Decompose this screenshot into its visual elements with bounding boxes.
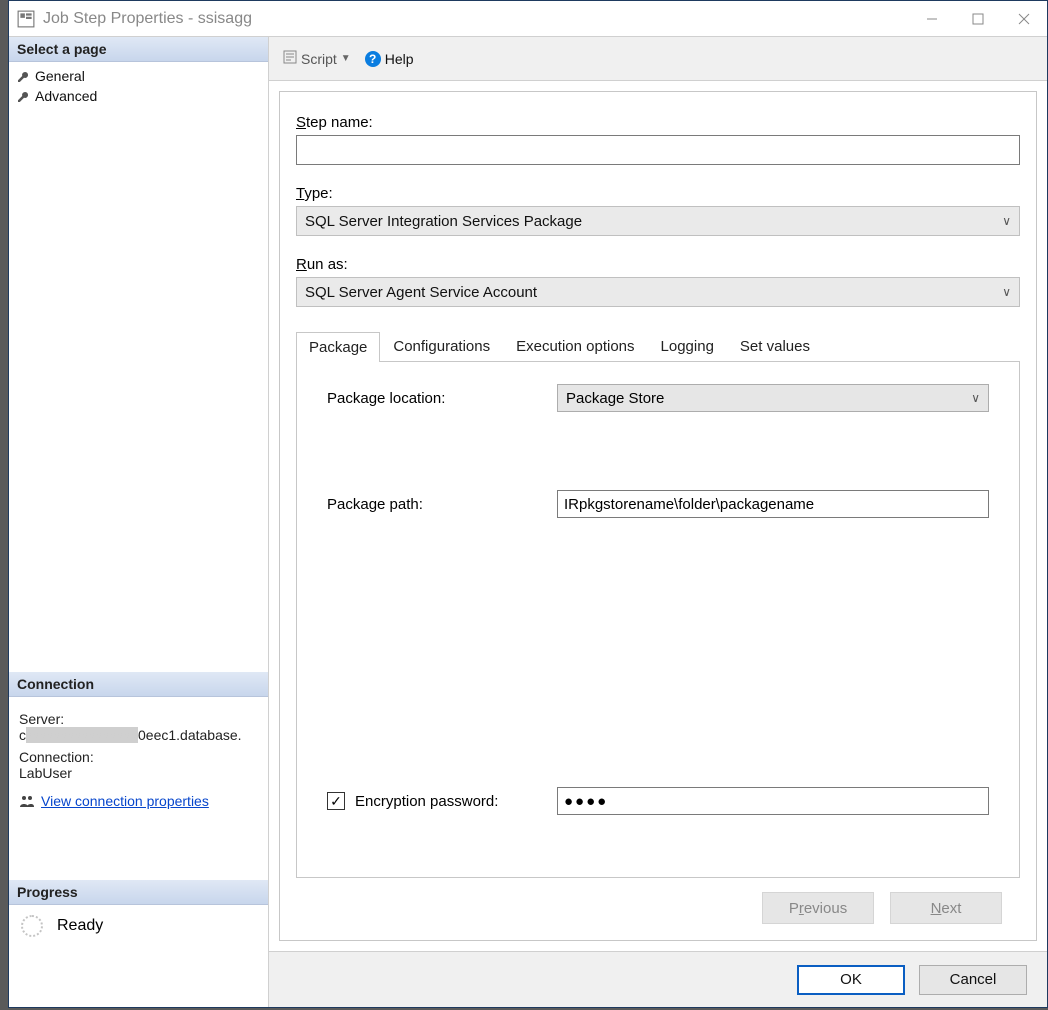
help-icon: ? — [365, 51, 381, 67]
encryption-password-checkbox[interactable]: ✓ — [327, 792, 345, 810]
tab-configurations[interactable]: Configurations — [380, 331, 503, 361]
titlebar: Job Step Properties - ssisagg — [9, 1, 1047, 37]
chevron-down-icon: ▼ — [341, 53, 351, 64]
chevron-down-icon: ∨ — [1002, 214, 1011, 228]
progress-spinner-icon — [21, 915, 43, 937]
package-path-input[interactable] — [557, 490, 989, 518]
dialog-footer: OK Cancel — [269, 951, 1047, 1007]
chevron-down-icon: ∨ — [971, 391, 980, 405]
connection-header: Connection — [9, 672, 268, 697]
tab-package[interactable]: Package — [296, 332, 380, 362]
script-button[interactable]: Script ▼ — [283, 50, 351, 67]
people-icon — [19, 793, 35, 809]
dialog-window: Job Step Properties - ssisagg Select a p… — [8, 0, 1048, 1008]
next-button[interactable]: Next — [890, 892, 1002, 924]
link-label: View connection properties — [41, 793, 209, 809]
help-button[interactable]: ? Help — [365, 51, 414, 67]
page-label: General — [35, 68, 85, 84]
close-button[interactable] — [1001, 1, 1047, 37]
tab-panel-package: Package location: Package Store ∨ — [296, 361, 1020, 878]
progress-status: Ready — [57, 917, 103, 935]
previous-button[interactable]: Previous — [762, 892, 874, 924]
tabstrip: Package Configurations Execution options… — [296, 331, 1020, 361]
toolbar: Script ▼ ? Help — [269, 37, 1047, 81]
package-location-select[interactable]: Package Store ∨ — [557, 384, 989, 412]
server-value: cxxxxxxxxxxxxxxxx0eec1.database. — [19, 727, 258, 743]
minimize-button[interactable] — [909, 1, 955, 37]
chevron-down-icon: ∨ — [1002, 285, 1011, 299]
connection-value: LabUser — [19, 765, 258, 781]
app-icon — [17, 10, 35, 28]
server-label: Server: — [19, 711, 258, 727]
script-icon — [283, 50, 297, 67]
runas-value: SQL Server Agent Service Account — [305, 284, 537, 301]
view-connection-properties-link[interactable]: View connection properties — [19, 793, 209, 809]
wrench-icon — [17, 90, 29, 102]
tab-set-values[interactable]: Set values — [727, 331, 823, 361]
type-value: SQL Server Integration Services Package — [305, 213, 582, 230]
type-label: Type: — [296, 185, 1020, 202]
help-label: Help — [385, 51, 414, 67]
runas-label: Run as: — [296, 256, 1020, 273]
type-select[interactable]: SQL Server Integration Services Package … — [296, 206, 1020, 236]
window-title: Job Step Properties - ssisagg — [43, 10, 252, 28]
tab-execution-options[interactable]: Execution options — [503, 331, 647, 361]
tab-logging[interactable]: Logging — [648, 331, 727, 361]
maximize-button[interactable] — [955, 1, 1001, 37]
wrench-icon — [17, 70, 29, 82]
encryption-password-input[interactable]: ●●●● — [557, 787, 989, 815]
step-name-label: Step name: — [296, 114, 1020, 131]
page-item-general[interactable]: General — [15, 66, 262, 86]
runas-select[interactable]: SQL Server Agent Service Account ∨ — [296, 277, 1020, 307]
encryption-label: Encryption password: — [355, 793, 498, 810]
connection-label: Connection: — [19, 749, 258, 765]
page-label: Advanced — [35, 88, 97, 104]
step-name-input[interactable] — [296, 135, 1020, 165]
script-label: Script — [301, 51, 337, 67]
package-location-label: Package location: — [327, 390, 557, 407]
left-pane: Select a page General Advanced Connectio… — [9, 37, 269, 1007]
package-location-value: Package Store — [566, 390, 664, 407]
package-path-label: Package path: — [327, 496, 557, 513]
page-item-advanced[interactable]: Advanced — [15, 86, 262, 106]
form-area: Step name: Type: SQL Server Integration … — [279, 91, 1037, 941]
progress-header: Progress — [9, 880, 268, 905]
select-page-header: Select a page — [9, 37, 268, 62]
ok-button[interactable]: OK — [797, 965, 905, 995]
cancel-button[interactable]: Cancel — [919, 965, 1027, 995]
